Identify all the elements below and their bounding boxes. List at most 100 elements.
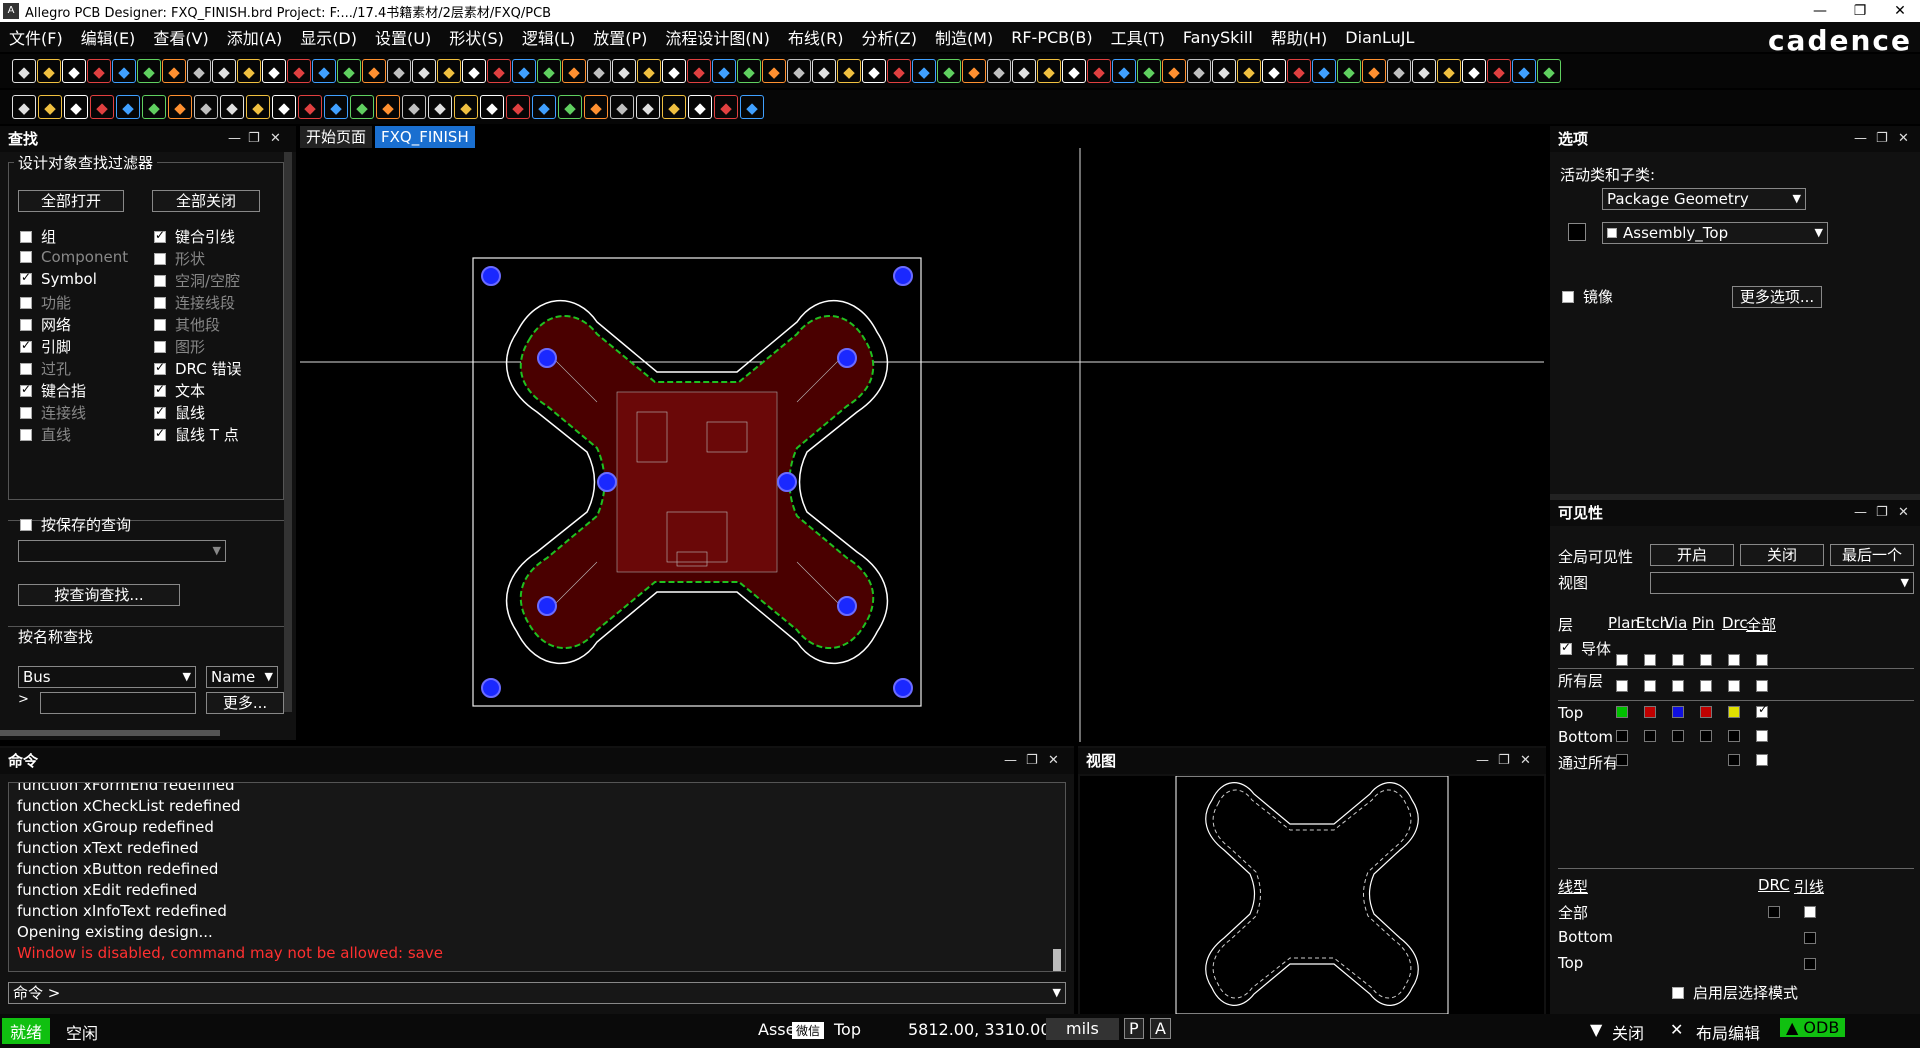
conductor-row[interactable]: 导体	[1560, 638, 1611, 659]
conductor-layer-checkbox[interactable]	[1700, 654, 1712, 666]
toolbar-tool-icon[interactable]: ◆	[1112, 59, 1136, 83]
toolbar-tool-icon[interactable]: ◆	[387, 59, 411, 83]
class-select[interactable]: Package Geometry ▼	[1602, 188, 1806, 210]
menu-item-12[interactable]: 制造(M)	[926, 25, 1002, 49]
saved-query-checkbox[interactable]: 按保存的查询	[20, 514, 131, 535]
toolbar-tool-icon[interactable]: ◆	[116, 95, 140, 119]
menu-item-0[interactable]: 文件(F)	[0, 25, 72, 49]
toolbar-tool-icon[interactable]: ◆	[1437, 59, 1461, 83]
command-input[interactable]: 命令 > ▼	[8, 982, 1066, 1004]
float-icon[interactable]: ❐	[1876, 500, 1888, 526]
all-layers-checkbox[interactable]	[1644, 680, 1656, 692]
toolbar-tool-icon[interactable]: ◆	[1237, 59, 1261, 83]
toolbar-tool-icon[interactable]: ◆	[737, 59, 761, 83]
toolbar-tool-icon[interactable]: ◆	[37, 59, 61, 83]
checkbox[interactable]	[20, 318, 32, 331]
filter-checkbox-row[interactable]: 其他段	[154, 314, 220, 335]
toolbar-tool-icon[interactable]: ◆	[168, 95, 192, 119]
checkbox[interactable]	[154, 426, 166, 441]
subclass-select[interactable]: Assembly_Top ▼	[1602, 222, 1828, 244]
status-off[interactable]: 关闭	[1612, 1020, 1644, 1044]
checkbox[interactable]	[20, 362, 32, 375]
toolbar-tool-icon[interactable]: ◆	[412, 59, 436, 83]
design-canvas[interactable]	[300, 148, 1544, 742]
layer-select-mode-checkbox[interactable]: 启用层选择模式	[1672, 982, 1798, 1003]
visibility-column-label[interactable]: Drc	[1722, 614, 1748, 632]
toolbar-tool-icon[interactable]: ◆	[662, 59, 686, 83]
toolbar-tool-icon[interactable]: ◆	[272, 95, 296, 119]
toolbar-tool-icon[interactable]: ◆	[937, 59, 961, 83]
all-on-button[interactable]: 全部打开	[18, 190, 124, 212]
toolbar-tool-icon[interactable]: ◆	[312, 59, 336, 83]
menu-item-17[interactable]: DianLuJL	[1336, 28, 1423, 47]
float-icon[interactable]: ❐	[1498, 748, 1510, 774]
close-icon[interactable]: ✕	[1898, 500, 1909, 526]
filter-icon[interactable]: ▼	[1590, 1020, 1602, 1039]
toolbar-tool-icon[interactable]: ◆	[237, 59, 261, 83]
toolbar-tool-icon[interactable]: ◆	[637, 59, 661, 83]
toolbar-tool-icon[interactable]: ◆	[212, 59, 236, 83]
minimize-icon[interactable]: —	[228, 126, 241, 152]
tab-fxq-finish[interactable]: FXQ_FINISH	[375, 126, 475, 148]
filter-checkbox-row[interactable]: 空洞/空腔	[154, 270, 240, 291]
more-button[interactable]: 更多...	[206, 692, 284, 714]
menu-item-14[interactable]: 工具(T)	[1102, 25, 1174, 49]
toolbar-tool-icon[interactable]: ◆	[662, 95, 686, 119]
toolbar-tool-icon[interactable]: ◆	[1012, 59, 1036, 83]
conductor-layer-checkbox[interactable]	[1728, 654, 1740, 666]
toolbar-tool-icon[interactable]: ◆	[712, 59, 736, 83]
menu-item-5[interactable]: 设置(U)	[366, 25, 440, 49]
toolbar-tool-icon[interactable]: ◆	[1412, 59, 1436, 83]
filter-checkbox-row[interactable]: 鼠线 T 点	[154, 424, 239, 445]
toolbar-tool-icon[interactable]: ◆	[740, 95, 764, 119]
toolbar-tool-icon[interactable]: ◆	[376, 95, 400, 119]
close-icon[interactable]: ✕	[1520, 748, 1531, 774]
close-icon[interactable]: ✕	[270, 126, 281, 152]
toolbar-tool-icon[interactable]: ◆	[506, 95, 530, 119]
checkbox[interactable]	[154, 296, 166, 309]
checkbox[interactable]	[20, 382, 32, 397]
conductor-layer-checkbox[interactable]	[1756, 654, 1768, 666]
toolbar-tool-icon[interactable]: ◆	[610, 95, 634, 119]
toolbar-tool-icon[interactable]: ◆	[512, 59, 536, 83]
visibility-last-button[interactable]: 最后一个	[1830, 544, 1914, 566]
toolbar-tool-icon[interactable]: ◆	[912, 59, 936, 83]
float-icon[interactable]: ❐	[1876, 126, 1888, 152]
menu-item-6[interactable]: 形状(S)	[440, 25, 513, 49]
close-icon[interactable]: ✕	[1880, 0, 1920, 22]
filter-checkbox-row[interactable]: DRC 错误	[154, 358, 241, 379]
toolbar-tool-icon[interactable]: ◆	[787, 59, 811, 83]
toolbar-tool-icon[interactable]: ◆	[62, 59, 86, 83]
toolbar-tool-icon[interactable]: ◆	[584, 95, 608, 119]
top-layer-color[interactable]	[1616, 706, 1628, 718]
checkbox[interactable]	[20, 296, 32, 309]
toolbar-tool-icon[interactable]: ◆	[187, 59, 211, 83]
checkbox[interactable]	[20, 338, 32, 353]
checkbox[interactable]	[1560, 640, 1572, 655]
toolbar-tool-icon[interactable]: ◆	[350, 95, 374, 119]
checkbox[interactable]	[20, 406, 32, 419]
filter-checkbox-row[interactable]: 组	[20, 226, 56, 247]
menu-item-2[interactable]: 查看(V)	[144, 25, 217, 49]
toolbar-tool-icon[interactable]: ◆	[1287, 59, 1311, 83]
checkbox[interactable]	[154, 274, 166, 287]
conductor-layer-checkbox[interactable]	[1672, 654, 1684, 666]
toolbar-tool-icon[interactable]: ◆	[142, 95, 166, 119]
checkbox[interactable]	[1672, 986, 1684, 999]
toolbar-tool-icon[interactable]: ◆	[402, 95, 426, 119]
checkbox[interactable]	[154, 252, 166, 265]
checkbox[interactable]	[20, 428, 32, 441]
color-swatch[interactable]	[1568, 223, 1586, 241]
toolbar-tool-icon[interactable]: ◆	[1262, 59, 1286, 83]
checkbox[interactable]	[154, 340, 166, 353]
absolute-button[interactable]: A	[1150, 1018, 1171, 1039]
minimize-icon[interactable]: —	[1476, 748, 1489, 774]
menu-item-13[interactable]: RF-PCB(B)	[1002, 28, 1101, 47]
toolbar-tool-icon[interactable]: ◆	[687, 59, 711, 83]
scrollbar[interactable]	[0, 730, 220, 736]
toolbar-tool-icon[interactable]: ◆	[428, 95, 452, 119]
more-options-button[interactable]: 更多选项...	[1732, 286, 1822, 308]
filter-checkbox-row[interactable]: 文本	[154, 380, 205, 401]
toolbar-tool-icon[interactable]: ◆	[462, 59, 486, 83]
close-icon[interactable]: ✕	[1898, 126, 1909, 152]
